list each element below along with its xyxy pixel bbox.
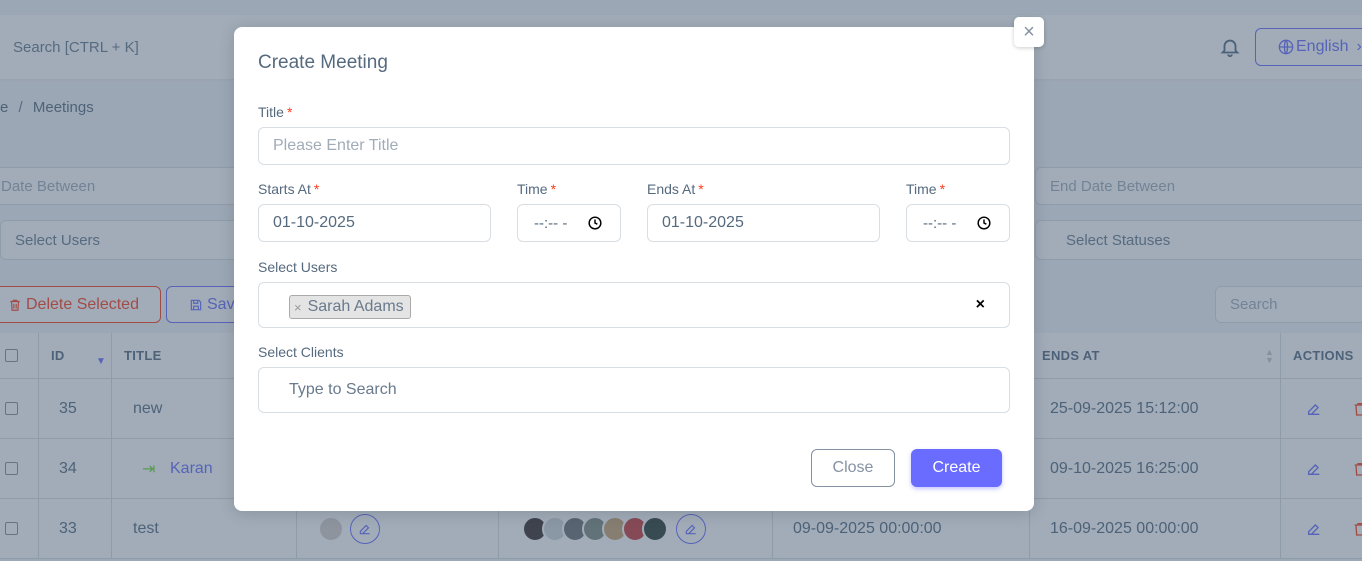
start-time-label-text: Time [517, 181, 548, 197]
starts-at-label-text: Starts At [258, 181, 311, 197]
end-time-label: Time * [906, 181, 945, 197]
required-mark: * [286, 104, 293, 120]
ends-at-label: Ends At * [647, 181, 704, 197]
title-label: Title * [258, 104, 292, 120]
required-mark: * [698, 181, 704, 197]
modal-close-icon[interactable]: × [1014, 17, 1044, 47]
select-clients-placeholder: Type to Search [289, 381, 397, 398]
ends-at-label-text: Ends At [647, 181, 696, 197]
required-mark: * [939, 181, 946, 197]
end-time-value: --:-- - [923, 214, 957, 232]
modal-title: Create Meeting [258, 52, 388, 73]
end-time-label-text: Time [906, 181, 937, 197]
selected-user-tag: × Sarah Adams [289, 295, 411, 319]
title-input-placeholder: Please Enter Title [273, 137, 399, 154]
tag-remove-button[interactable]: × [294, 300, 302, 315]
selected-user-name: Sarah Adams [307, 298, 404, 315]
ends-at-value: 01-10-2025 [662, 214, 744, 231]
create-meeting-modal: Create Meeting Title * Please Enter Title… [234, 27, 1034, 511]
select-users-label: Select Users [258, 259, 338, 275]
select-clients-label: Select Clients [258, 344, 344, 360]
starts-at-label: Starts At * [258, 181, 319, 197]
clear-selection-button[interactable]: × [976, 296, 985, 314]
start-time-label: Time * [517, 181, 556, 197]
starts-at-value: 01-10-2025 [273, 214, 355, 231]
title-label-text: Title [258, 104, 284, 120]
start-time-input[interactable]: --:-- - [517, 204, 621, 242]
select-users-input[interactable]: × Sarah Adams × [258, 282, 1010, 328]
create-button[interactable]: Create [911, 449, 1002, 487]
close-button[interactable]: Close [811, 449, 895, 487]
title-input[interactable]: Please Enter Title [258, 127, 1010, 165]
clock-icon[interactable] [977, 216, 991, 230]
starts-at-date-input[interactable]: 01-10-2025 [258, 204, 491, 242]
required-mark: * [313, 181, 320, 197]
required-mark: * [550, 181, 557, 197]
ends-at-date-input[interactable]: 01-10-2025 [647, 204, 880, 242]
start-time-value: --:-- - [534, 214, 568, 232]
end-time-input[interactable]: --:-- - [906, 204, 1010, 242]
clock-icon[interactable] [588, 216, 602, 230]
select-clients-input[interactable]: Type to Search [258, 367, 1010, 413]
